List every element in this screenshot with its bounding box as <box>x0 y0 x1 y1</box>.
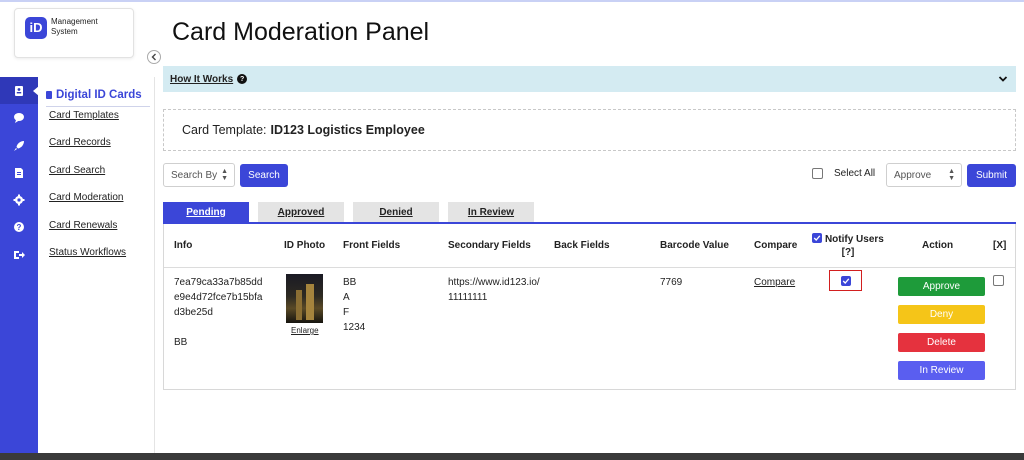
sidebar-heading[interactable]: Digital ID Cards <box>46 83 150 107</box>
sidebar: Digital ID Cards Card Templates Card Rec… <box>38 77 155 460</box>
sidebar-item-status-workflows[interactable]: Status Workflows <box>49 247 126 258</box>
header-divider <box>164 267 1015 268</box>
header-remove: [X] <box>993 240 1007 251</box>
check-icon <box>842 277 849 284</box>
compare-link[interactable]: Compare <box>754 275 795 290</box>
notify-users-label: Notify Users <box>824 234 884 245</box>
header-notify-users: Notify Users [?] <box>808 233 888 259</box>
logout-icon[interactable] <box>0 241 38 268</box>
header-front-fields: Front Fields <box>343 240 401 251</box>
header-secondary-fields: Secondary Fields <box>448 240 531 251</box>
brand-logo[interactable]: iD Management System <box>14 8 134 58</box>
chat-icon[interactable] <box>0 104 38 131</box>
front-field: A <box>343 292 350 303</box>
svg-text:?: ? <box>17 223 22 232</box>
help-icon[interactable]: ? <box>0 213 38 240</box>
sidebar-item-card-search[interactable]: Card Search <box>49 165 105 176</box>
brand-line-2: System <box>51 27 78 36</box>
top-accent-line <box>0 0 1024 2</box>
row-select-checkbox[interactable] <box>993 275 1004 286</box>
in-review-button[interactable]: In Review <box>898 361 985 380</box>
bulk-action-value: Approve <box>894 169 932 181</box>
id-card-icon <box>46 90 52 99</box>
header-barcode-value: Barcode Value <box>660 240 729 251</box>
search-by-value: Search By <box>171 169 218 181</box>
notify-all-checkbox[interactable] <box>812 233 823 243</box>
search-button[interactable]: Search <box>240 164 288 187</box>
select-all-label: Select All <box>834 168 876 179</box>
cell-secondary-fields: https://www.id123.io/ 11111111 <box>448 275 540 305</box>
how-it-works-label: How It Works <box>170 73 234 85</box>
updown-arrow-icon: ▲ ▼ <box>221 168 228 182</box>
sidebar-heading-label: Digital ID Cards <box>56 88 142 101</box>
gear-icon[interactable] <box>0 186 38 213</box>
updown-arrow-icon: ▲ ▼ <box>948 168 955 182</box>
card-template-box: Card Template: ID123 Logistics Employee <box>163 109 1016 151</box>
brand-line-1: Management <box>51 17 98 26</box>
cell-barcode: 7769 <box>660 277 683 288</box>
sidebar-item-card-renewals[interactable]: Card Renewals <box>49 220 117 231</box>
page-title: Card Moderation Panel <box>172 18 430 46</box>
info-id-line: d3be25d <box>174 307 213 318</box>
logo-badge-icon: iD <box>25 17 47 39</box>
header-id-photo: ID Photo <box>284 240 326 251</box>
info-id-line: 7ea79ca33a7b85dd <box>174 277 263 288</box>
question-icon: ? <box>237 74 248 84</box>
collapse-sidebar-button[interactable] <box>147 50 161 64</box>
icon-rail: ? <box>0 77 38 460</box>
card-template-value: ID123 Logistics Employee <box>270 123 425 137</box>
sidebar-item-card-templates[interactable]: Card Templates <box>49 110 119 121</box>
sidebar-item-card-records[interactable]: Card Records <box>49 137 111 148</box>
header-compare: Compare <box>754 240 798 251</box>
secondary-field: 11111111 <box>448 292 488 303</box>
id-photo-thumbnail[interactable] <box>286 274 323 323</box>
header-back-fields: Back Fields <box>554 240 610 251</box>
sidebar-item-card-moderation[interactable]: Card Moderation <box>49 192 123 203</box>
header-action: Action <box>922 240 954 251</box>
rocket-icon[interactable] <box>0 132 38 159</box>
notify-user-highlight <box>829 270 862 291</box>
notify-help-link[interactable]: [?] <box>842 247 855 258</box>
brand-name: Management System <box>51 17 98 37</box>
tab-denied[interactable]: Denied <box>353 202 439 222</box>
tab-in-review[interactable]: In Review <box>448 202 534 222</box>
check-icon <box>813 235 821 241</box>
approve-button[interactable]: Approve <box>898 277 985 296</box>
bulk-action-select[interactable]: Approve ▲ ▼ <box>886 163 962 187</box>
taskbar-strip <box>0 453 1024 460</box>
notify-user-checkbox[interactable] <box>840 275 851 286</box>
search-by-select[interactable]: Search By ▲ ▼ <box>163 163 235 187</box>
chevron-left-icon <box>151 53 156 61</box>
document-icon[interactable] <box>0 159 38 186</box>
tab-approved[interactable]: Approved <box>258 202 344 222</box>
cell-info: 7ea79ca33a7b85dd e9e4d72fce7b15bfa d3be2… <box>174 275 262 350</box>
front-field: BB <box>343 277 357 288</box>
select-all-checkbox[interactable] <box>812 168 823 179</box>
deny-button[interactable]: Deny <box>898 305 985 324</box>
cell-front-fields: BB A F 1234 <box>343 275 365 335</box>
info-name: BB <box>174 337 188 348</box>
front-field: F <box>343 307 350 318</box>
photo-building <box>296 290 302 320</box>
secondary-field: https://www.id123.io/ <box>448 277 540 288</box>
info-id-line: e9e4d72fce7b15bfa <box>174 292 263 303</box>
front-field: 1234 <box>343 322 366 333</box>
tab-pending[interactable]: Pending <box>163 202 249 222</box>
how-it-works-panel[interactable]: How It Works ? <box>163 66 1016 92</box>
moderation-table: Info ID Photo Front Fields Secondary Fie… <box>163 224 1016 390</box>
card-template-label: Card Template: <box>182 123 267 137</box>
header-info: Info <box>174 240 193 251</box>
enlarge-photo-link[interactable]: Enlarge <box>291 326 319 335</box>
delete-button[interactable]: Delete <box>898 333 985 352</box>
submit-button[interactable]: Submit <box>967 164 1016 187</box>
photo-building <box>306 284 314 320</box>
chevron-down-icon <box>998 76 1008 82</box>
